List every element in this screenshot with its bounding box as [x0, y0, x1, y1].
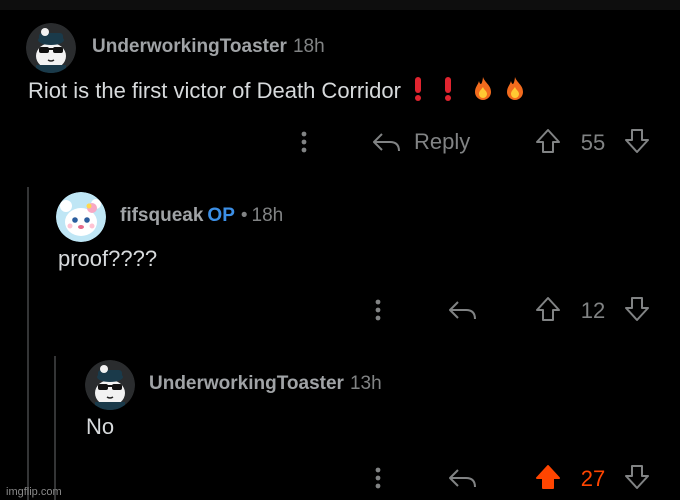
reply-arrow-icon: [373, 133, 400, 152]
vote-count: 27: [580, 466, 606, 491]
comment-actions: 12: [0, 290, 680, 330]
exclamation-icon: [441, 76, 455, 108]
comment-text: Riot is the first victor of Death Corrid…: [28, 77, 401, 103]
more-vertical-icon: [301, 131, 307, 153]
more-options-button[interactable]: [364, 290, 392, 330]
reply-arrow-icon: [449, 301, 476, 320]
comment-meta: UnderworkingToaster 13h: [149, 373, 382, 395]
comment-meta: fifsqueak OP • 18h: [120, 205, 283, 227]
comment-body: proof????: [58, 246, 158, 271]
top-bar: [0, 0, 680, 10]
avatar[interactable]: [56, 192, 106, 242]
upvote-button-active[interactable]: [533, 462, 563, 492]
separator-dot: •: [240, 205, 248, 226]
more-options-button[interactable]: [364, 458, 392, 498]
reply-label: Reply: [414, 129, 471, 154]
reply-arrow-icon: [449, 469, 476, 488]
downvote-arrow-icon: [625, 129, 649, 153]
thread-line-level-1[interactable]: [27, 187, 29, 500]
fire-icon: [471, 76, 495, 108]
downvote-arrow-icon: [625, 465, 649, 489]
comment-body: No: [86, 414, 115, 439]
timestamp: 18h: [251, 205, 284, 226]
downvote-button[interactable]: [622, 126, 652, 156]
timestamp: 13h: [349, 373, 382, 394]
upvote-arrow-icon: [536, 465, 560, 489]
comment-actions: Reply 55: [0, 122, 680, 162]
panda-sunglasses-avatar-icon: [85, 360, 135, 410]
upvote-arrow-icon: [536, 129, 560, 153]
more-vertical-icon: [375, 467, 381, 489]
op-badge: OP: [207, 205, 235, 226]
avatar[interactable]: [26, 23, 76, 73]
downvote-arrow-icon: [625, 297, 649, 321]
upvote-arrow-icon: [536, 297, 560, 321]
upvote-button[interactable]: [533, 294, 563, 324]
comment-body: Riot is the first victor of Death Corrid…: [28, 76, 527, 108]
vote-count: 55: [580, 130, 606, 155]
downvote-button[interactable]: [622, 462, 652, 492]
timestamp: 18h: [292, 36, 325, 57]
author-name[interactable]: fifsqueak: [120, 205, 203, 226]
comment-meta: UnderworkingToaster 18h: [92, 36, 325, 58]
panda-sunglasses-avatar-icon: [26, 23, 76, 73]
exclamation-icon: [411, 76, 425, 108]
reply-button[interactable]: [446, 458, 480, 498]
kawaii-cat-avatar-icon: [56, 192, 106, 242]
vote-count: 12: [580, 298, 606, 323]
avatar[interactable]: [85, 360, 135, 410]
upvote-button[interactable]: [533, 126, 563, 156]
downvote-button[interactable]: [622, 294, 652, 324]
comment-actions: 27: [0, 458, 680, 498]
author-name[interactable]: UnderworkingToaster: [149, 373, 344, 394]
author-name[interactable]: UnderworkingToaster: [92, 36, 287, 57]
fire-icon: [503, 76, 527, 108]
more-options-button[interactable]: [290, 122, 318, 162]
reply-button[interactable]: Reply: [372, 122, 482, 162]
more-vertical-icon: [375, 299, 381, 321]
watermark: imgflip.com: [6, 486, 62, 498]
reply-button[interactable]: [446, 290, 480, 330]
